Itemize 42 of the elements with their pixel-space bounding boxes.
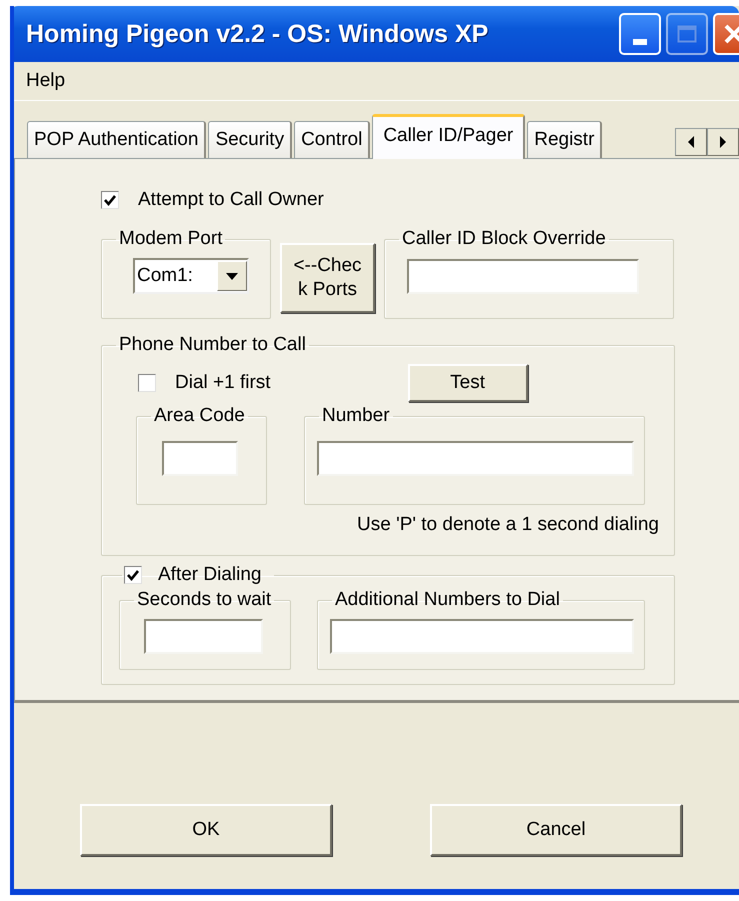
checkbox-label: Dial +1 first [175, 372, 271, 394]
tab[interactable]: Control [294, 121, 370, 158]
hint-text: Use 'P' to denote a 1 second dialing [357, 514, 660, 536]
checkbox[interactable] [138, 374, 156, 392]
group-label: Area Code [153, 405, 246, 427]
group-label: Caller ID Block Override [401, 228, 607, 250]
group-label: Additional Numbers to Dial [334, 589, 561, 611]
scroll-left-button[interactable] [675, 128, 707, 156]
group-label: Modem Port [118, 228, 224, 250]
input-field[interactable] [317, 441, 634, 476]
close-icon [723, 23, 739, 45]
input-field[interactable] [144, 619, 263, 654]
minimize-icon [633, 39, 647, 45]
input-field[interactable] [162, 441, 238, 476]
cancel-button[interactable]: Cancel [430, 804, 682, 856]
input-field[interactable] [407, 259, 639, 294]
checkbox-label: After Dialing [158, 564, 262, 586]
dropdown-arrow-icon [226, 272, 238, 280]
check-icon [103, 193, 117, 207]
port-dropdown[interactable]: Com1: [133, 258, 249, 294]
checkbox[interactable] [124, 566, 142, 584]
check-ports-button[interactable]: <--Chec k Ports [280, 243, 375, 313]
tab[interactable]: Security [208, 121, 292, 158]
tab[interactable]: Registr [527, 121, 602, 158]
menu-item[interactable]: Help [22, 70, 70, 92]
checkbox[interactable] [101, 191, 119, 209]
check-icon [126, 568, 140, 582]
scroll-right-button[interactable] [707, 128, 739, 156]
tab[interactable]: POP Authentication [27, 121, 206, 158]
group-label: Seconds to wait [136, 589, 272, 611]
ok-button[interactable]: OK [80, 804, 332, 856]
left-arrow-icon [687, 136, 695, 148]
test-button[interactable]: Test [408, 364, 528, 402]
group-label: Phone Number to Call [118, 334, 307, 356]
checkbox-label: Attempt to Call Owner [138, 189, 324, 211]
window-title: Homing Pigeon v2.2 - OS: Windows XP [26, 20, 488, 48]
maximize-icon [677, 25, 697, 43]
minimize-button[interactable] [619, 13, 661, 55]
input-field[interactable] [330, 619, 634, 654]
tab[interactable]: Caller ID/Pager [372, 114, 526, 159]
group-label: Number [321, 405, 391, 427]
right-arrow-icon [719, 136, 727, 148]
